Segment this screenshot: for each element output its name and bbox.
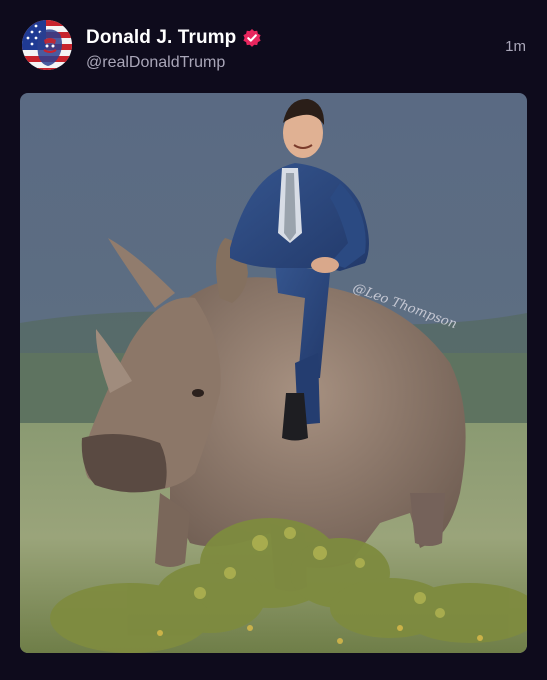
author-avatar[interactable]	[22, 20, 72, 70]
post-timestamp[interactable]: 1m	[505, 38, 526, 55]
post-media-image[interactable]: @Leo Thompson	[20, 93, 527, 653]
flag-portrait-avatar-icon	[22, 20, 72, 70]
author-name-row: Donald J. Trump	[86, 26, 262, 50]
truth-post: Donald J. Trump @realDonaldTrump 1m @Leo…	[0, 0, 547, 680]
author-display-name[interactable]: Donald J. Trump	[86, 27, 236, 49]
author-info: Donald J. Trump @realDonaldTrump	[86, 26, 262, 72]
rhino-rider-photo: @Leo Thompson	[20, 93, 527, 653]
verified-badge-icon	[242, 28, 262, 48]
author-handle[interactable]: @realDonaldTrump	[86, 54, 262, 72]
